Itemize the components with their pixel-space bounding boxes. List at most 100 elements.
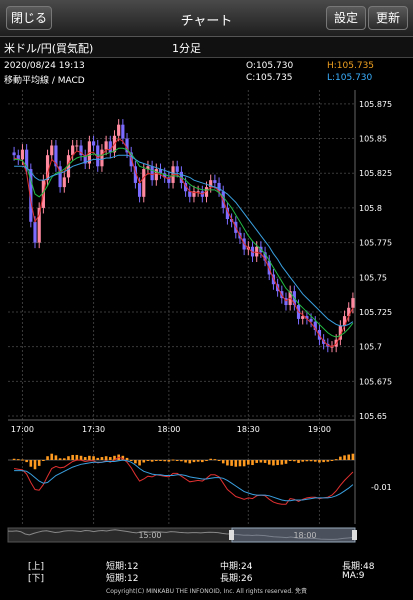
macd-histogram-bar bbox=[175, 460, 179, 461]
macd-histogram-bar bbox=[188, 460, 192, 464]
time-axis: 17:00 17:30 18:00 18:30 19:00 bbox=[11, 425, 331, 434]
macd-histogram-bar bbox=[313, 460, 317, 462]
navigator-label: 15:00 bbox=[138, 531, 161, 540]
macd-histogram-bar bbox=[25, 460, 28, 463]
navigator-handle-right bbox=[352, 530, 357, 540]
macd-histogram-bar bbox=[171, 459, 175, 461]
macd-histogram-bar bbox=[293, 460, 296, 462]
macd-histogram-bar bbox=[163, 460, 166, 462]
refresh-button[interactable]: 更新 bbox=[368, 6, 408, 30]
macd-histogram-bar bbox=[142, 460, 146, 463]
macd-histogram-bar bbox=[180, 460, 183, 462]
candle-body bbox=[213, 180, 217, 183]
parameter-bar: [上] [下] 短期:12 短期:12 中期:24 長期:26 長期:48 MA… bbox=[0, 556, 413, 600]
macd-histogram-bar bbox=[12, 458, 16, 460]
price-tick-label: 105.775 bbox=[359, 239, 392, 248]
macd-histogram-bar bbox=[226, 460, 229, 466]
short-period-lower: 短期:12 bbox=[106, 574, 139, 584]
macd-histogram-bar bbox=[234, 460, 238, 467]
settings-button[interactable]: 設定 bbox=[326, 6, 366, 30]
macd-histogram-bar bbox=[217, 460, 221, 461]
price-tick-label: 105.75 bbox=[359, 273, 387, 282]
ohlc-info: 2020/08/24 19:13 移動平均線 / MACD O:105.730 … bbox=[0, 58, 413, 88]
macd-histogram-bar bbox=[75, 454, 79, 460]
candle-body bbox=[142, 169, 146, 197]
macd-histogram-bar bbox=[159, 460, 162, 461]
macd-histogram-bar bbox=[251, 460, 254, 466]
macd-panel: -0.01 bbox=[8, 453, 392, 505]
macd-histogram-bar bbox=[129, 460, 133, 461]
macd-histogram-bar bbox=[205, 460, 208, 461]
macd-histogram-bar bbox=[347, 454, 351, 460]
macd-histogram-bar bbox=[42, 460, 45, 461]
macd-histogram-bar bbox=[167, 460, 171, 462]
candle-body bbox=[175, 166, 179, 172]
macd-histogram-bar bbox=[288, 460, 292, 461]
macd-histogram-bar bbox=[276, 460, 279, 466]
macd-histogram-bar bbox=[351, 453, 355, 460]
macd-histogram-bar bbox=[322, 460, 325, 463]
macd-histogram-bar bbox=[100, 457, 104, 460]
price-chart[interactable]: 105.875 105.85 105.825 105.8 105.775 105.75 10… bbox=[0, 88, 413, 556]
candle-body bbox=[20, 149, 25, 160]
candle-body bbox=[137, 182, 142, 197]
macd-histogram-bar bbox=[263, 460, 267, 463]
macd-tick-label: -0.01 bbox=[371, 483, 392, 492]
candlestick-series bbox=[12, 119, 355, 353]
candle-body bbox=[154, 169, 158, 181]
macd-histogram-bar bbox=[134, 460, 137, 464]
macd-line bbox=[14, 456, 354, 505]
candle-body bbox=[255, 246, 259, 257]
macd-histogram-bar bbox=[54, 455, 58, 460]
low-value: L:105.730 bbox=[327, 73, 373, 83]
macd-histogram-bar bbox=[259, 460, 263, 463]
macd-histogram-bar bbox=[33, 460, 37, 470]
candle-body bbox=[75, 145, 79, 147]
candle-body bbox=[62, 177, 66, 188]
price-tick-label: 105.725 bbox=[359, 308, 392, 317]
ma-period-lower: MA:9 bbox=[342, 571, 365, 581]
macd-histogram-bar bbox=[92, 456, 95, 460]
macd-histogram-bar bbox=[201, 460, 204, 463]
macd-histogram-bar bbox=[221, 460, 225, 464]
macd-histogram-bar bbox=[334, 459, 338, 461]
macd-histogram-bar bbox=[104, 456, 108, 460]
macd-histogram-bar bbox=[108, 457, 112, 460]
high-value: H:105.735 bbox=[327, 61, 375, 71]
macd-histogram-bar bbox=[280, 460, 284, 465]
macd-histogram-bar bbox=[326, 460, 330, 462]
time-tick-label: 17:30 bbox=[82, 425, 105, 434]
macd-histogram-bar bbox=[21, 459, 24, 461]
macd-histogram-bar bbox=[272, 460, 275, 466]
price-tick-label: 105.675 bbox=[359, 377, 392, 386]
candle-body bbox=[121, 124, 125, 139]
navigator-handle-left bbox=[229, 530, 234, 540]
candle-body bbox=[33, 221, 37, 243]
macd-histogram-bar bbox=[238, 460, 242, 467]
macd-histogram-bar bbox=[88, 455, 91, 460]
macd-histogram-bar bbox=[150, 460, 154, 462]
price-tick-label: 105.825 bbox=[359, 169, 392, 178]
copyright-text: Copyright(C) MINKABU THE INFONOID, Inc. … bbox=[106, 588, 307, 595]
macd-histogram-bar bbox=[267, 460, 271, 465]
macd-histogram-bar bbox=[184, 460, 187, 463]
time-tick-label: 18:00 bbox=[157, 425, 180, 434]
candle-body bbox=[150, 166, 154, 181]
candle-body bbox=[108, 141, 112, 153]
macd-histogram-bar bbox=[297, 460, 300, 463]
macd-histogram-bar bbox=[62, 458, 66, 460]
macd-histogram-bar bbox=[155, 460, 158, 461]
candle-body bbox=[351, 298, 355, 308]
macd-histogram-bar bbox=[96, 457, 100, 460]
macd-histogram-bar bbox=[16, 459, 20, 461]
price-tick-label: 105.8 bbox=[359, 204, 382, 213]
macd-histogram-bar bbox=[255, 460, 259, 463]
macd-histogram-bar bbox=[138, 460, 141, 466]
close-value: C:105.735 bbox=[246, 73, 293, 83]
macd-histogram-bar bbox=[37, 460, 41, 466]
macd-histogram-bar bbox=[284, 460, 288, 464]
candle-body bbox=[196, 191, 200, 193]
price-axis: 105.875 105.85 105.825 105.8 105.775 105.75 10… bbox=[359, 100, 392, 421]
timeframe-label: 1分足 bbox=[172, 42, 201, 55]
price-tick-label: 105.85 bbox=[359, 135, 387, 144]
